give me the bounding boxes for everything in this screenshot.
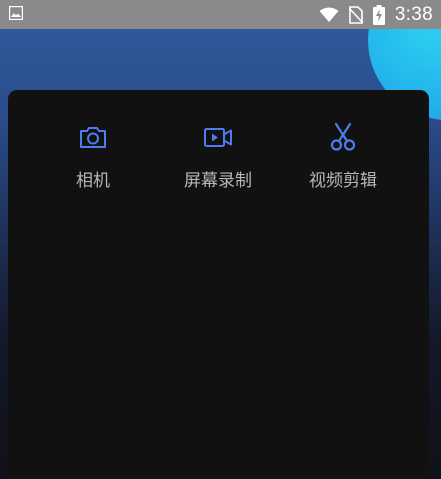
camera-label: 相机	[76, 171, 110, 191]
scissors-icon	[330, 122, 356, 151]
status-bar: 3:38	[0, 0, 441, 29]
screen-record-label: 屏幕录制	[184, 171, 252, 191]
gallery-icon	[9, 6, 23, 20]
status-time: 3:38	[394, 3, 433, 25]
battery-charging-icon	[372, 4, 385, 25]
screen-record-option[interactable]: 屏幕录制	[148, 122, 288, 191]
video-edit-label: 视频剪辑	[309, 171, 377, 191]
camera-option[interactable]: 相机	[23, 122, 163, 191]
no-sim-icon	[348, 5, 363, 24]
wifi-icon	[319, 7, 339, 22]
app-screen: 3:38 相机 屏幕录制 视频剪辑	[0, 0, 441, 479]
video-edit-option[interactable]: 视频剪辑	[273, 122, 413, 191]
screen-record-icon	[204, 128, 232, 147]
camera-icon	[80, 127, 106, 148]
